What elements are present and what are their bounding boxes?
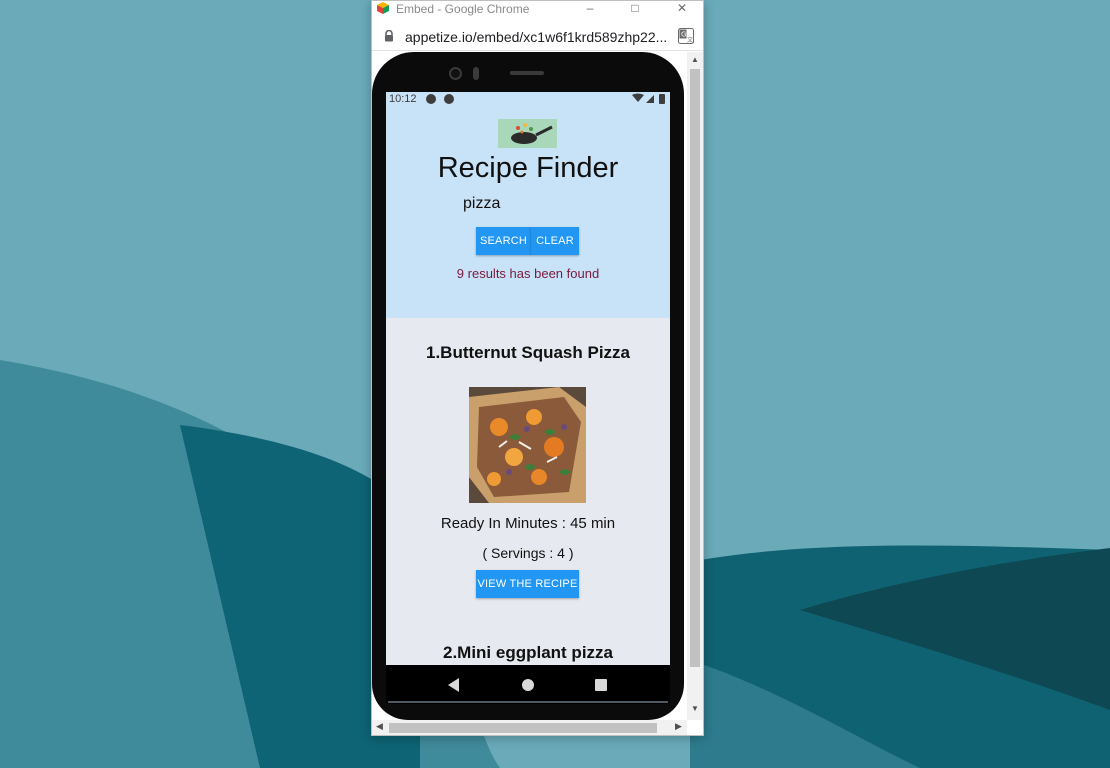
- nav-divider: [388, 701, 668, 703]
- close-button[interactable]: ✕: [662, 1, 702, 17]
- window-title: Embed - Google Chrome: [396, 2, 530, 16]
- view-recipe-button[interactable]: VIEW THE RECIPE: [476, 570, 579, 598]
- vertical-scrollbar[interactable]: ▲ ▼: [687, 52, 703, 720]
- search-input[interactable]: [463, 194, 613, 214]
- back-icon[interactable]: [448, 678, 459, 692]
- maximize-button[interactable]: □: [615, 1, 655, 17]
- translate-icon[interactable]: G 文: [678, 28, 694, 44]
- android-nav-bar: [386, 665, 670, 704]
- recents-icon[interactable]: [595, 679, 607, 691]
- app-header: Recipe Finder SEARCH CLEAR 9 results has…: [386, 106, 670, 318]
- status-bar: 10:12: [386, 92, 670, 106]
- wok-logo-icon: [498, 119, 557, 148]
- signal-battery-icons: [632, 93, 665, 104]
- lock-icon[interactable]: [384, 30, 394, 42]
- scroll-up-arrow-icon[interactable]: ▲: [691, 55, 699, 64]
- svg-text:文: 文: [687, 36, 693, 44]
- url-text[interactable]: appetize.io/embed/xc1w6f1krd589zhp22...: [405, 29, 671, 45]
- recipe-title: 1.Butternut Squash Pizza: [425, 343, 631, 362]
- minimize-button[interactable]: –: [570, 1, 610, 17]
- address-bar[interactable]: appetize.io/embed/xc1w6f1krd589zhp22... …: [372, 23, 703, 51]
- sync-icon: [444, 94, 454, 104]
- recipe-title: 2.Mini eggplant pizza: [442, 643, 613, 662]
- home-icon[interactable]: [522, 679, 534, 691]
- horizontal-scroll-thumb[interactable]: [389, 723, 657, 733]
- speaker-grille: [510, 71, 544, 75]
- camera-dot: [449, 67, 462, 80]
- horizontal-scrollbar[interactable]: ◀ ▶: [372, 720, 687, 735]
- scroll-right-arrow-icon[interactable]: ▶: [675, 721, 682, 732]
- svg-text:G: G: [681, 31, 686, 39]
- clear-button[interactable]: CLEAR: [531, 227, 579, 255]
- vertical-scroll-thumb[interactable]: [690, 69, 700, 667]
- ready-in-minutes: Ready In Minutes : 45 min: [440, 515, 616, 532]
- scroll-down-arrow-icon[interactable]: ▼: [691, 704, 699, 713]
- status-time: 10:12: [389, 93, 417, 105]
- browser-window: Embed - Google Chrome – □ ✕ appetize.io/…: [371, 0, 704, 736]
- chrome-app-icon: [377, 2, 389, 14]
- app-title: Recipe Finder: [437, 152, 619, 184]
- phone-frame: 10:12 Recipe Finder pizza SEARCH CLEAR 9…: [372, 52, 684, 720]
- phone-screen: 10:12 Recipe Finder pizza SEARCH CLEAR 9…: [386, 92, 670, 704]
- results-count-text: 9 results has been found: [456, 266, 600, 281]
- recipe-image[interactable]: [469, 387, 586, 503]
- search-button[interactable]: SEARCH: [476, 227, 531, 255]
- title-bar: Embed - Google Chrome – □ ✕: [372, 1, 703, 21]
- servings-text: ( Servings : 4 ): [482, 545, 574, 561]
- page-viewport: 10:12 Recipe Finder pizza SEARCH CLEAR 9…: [372, 52, 703, 720]
- notification-icon: [426, 94, 436, 104]
- sensor: [473, 67, 479, 80]
- scroll-left-arrow-icon[interactable]: ◀: [376, 721, 383, 732]
